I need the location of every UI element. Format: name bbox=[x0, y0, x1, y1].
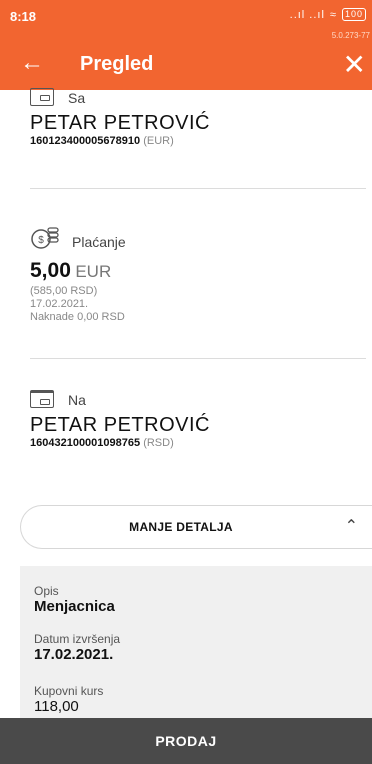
wifi-icon: ≈ bbox=[329, 8, 337, 21]
to-account: 160432100001098765 (RSD) bbox=[30, 437, 210, 449]
to-name: PETAR PETROVIĆ bbox=[30, 414, 210, 436]
payment-section: $ Plaćanje 5,00 EUR (585,00 RSD) 17.02.2… bbox=[30, 225, 126, 324]
payment-fee: Naknade 0,00 RSD bbox=[30, 311, 125, 323]
svg-text:$: $ bbox=[38, 235, 44, 246]
detail-label: Opis bbox=[34, 584, 59, 598]
from-name: PETAR PETROVIĆ bbox=[30, 112, 210, 134]
detail-value: Menjacnica bbox=[34, 598, 115, 615]
from-label: Sa bbox=[68, 90, 86, 106]
detail-label: Datum izvršenja bbox=[34, 632, 121, 646]
close-icon[interactable]: ✕ bbox=[343, 48, 366, 81]
wallet-open-icon bbox=[30, 390, 54, 408]
back-arrow-icon[interactable]: ← bbox=[20, 49, 44, 77]
detail-label: Kupovni kurs bbox=[34, 684, 104, 698]
divider bbox=[30, 188, 366, 189]
page-title: Pregled bbox=[80, 53, 154, 75]
payment-label: Plaćanje bbox=[72, 234, 126, 250]
status-icons: ..ıl ..ıl ≈ 100 bbox=[290, 8, 366, 21]
divider bbox=[30, 358, 366, 359]
toggle-details-button[interactable]: MANJE DETALJA ⌃ bbox=[20, 505, 372, 549]
signal-icon: ..ıl ..ıl bbox=[289, 8, 325, 21]
from-account-number: 160123400005678910 bbox=[30, 135, 141, 147]
from-account-section: Sa PETAR PETROVIĆ 160123400005678910 (EU… bbox=[30, 88, 210, 147]
app-bar: ← Pregled ✕ bbox=[0, 42, 372, 90]
battery-icon: 100 bbox=[341, 8, 366, 21]
detail-row: Opis Menjacnica bbox=[34, 584, 115, 615]
to-account-currency: (RSD) bbox=[143, 437, 174, 449]
detail-row: Datum izvršenja 17.02.2021. bbox=[34, 632, 120, 663]
sell-button-label: PRODAJ bbox=[155, 733, 217, 749]
sell-button[interactable]: PRODAJ bbox=[0, 718, 372, 764]
to-account-number: 160432100001098765 bbox=[30, 437, 141, 449]
toggle-details-label: MANJE DETALJA bbox=[129, 520, 233, 534]
status-bar: 8:18 ..ıl ..ıl ≈ 100 5.0.273-77 bbox=[0, 0, 372, 42]
app-version: 5.0.273-77 bbox=[331, 31, 370, 40]
detail-value: 118,00 bbox=[34, 698, 79, 715]
from-account-currency: (EUR) bbox=[143, 135, 174, 147]
details-panel: Opis Menjacnica Datum izvršenja 17.02.20… bbox=[20, 566, 372, 718]
coins-icon: $ bbox=[31, 227, 59, 249]
wallet-icon bbox=[30, 88, 54, 106]
payment-date: 17.02.2021. bbox=[30, 298, 89, 310]
payment-amount: 5,00 bbox=[30, 259, 71, 282]
chevron-up-icon: ⌃ bbox=[344, 518, 358, 535]
payment-currency: EUR bbox=[75, 262, 112, 281]
payment-rsd-equivalent: (585,00 RSD) bbox=[30, 285, 98, 297]
payment-amount-row: 5,00 EUR bbox=[30, 259, 126, 283]
detail-value: 17.02.2021. bbox=[34, 646, 114, 663]
to-account-section: Na PETAR PETROVIĆ 160432100001098765 (RS… bbox=[30, 390, 210, 449]
status-time: 8:18 bbox=[10, 9, 37, 24]
to-label: Na bbox=[68, 392, 86, 408]
detail-row: Kupovni kurs 118,00 bbox=[34, 684, 103, 715]
from-account: 160123400005678910 (EUR) bbox=[30, 135, 210, 147]
